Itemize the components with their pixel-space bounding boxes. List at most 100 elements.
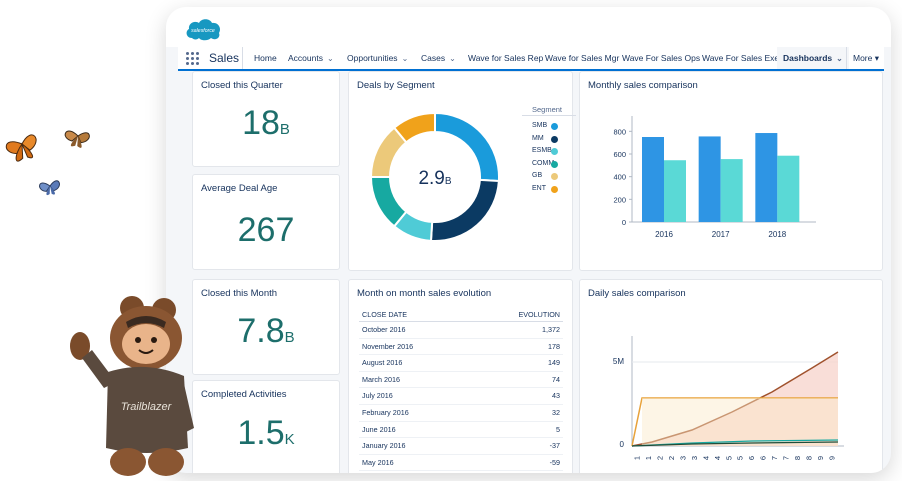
nav-item-dashboards[interactable]: Dashboards ⌄ <box>777 47 849 69</box>
table-row[interactable]: May 2016 -59 <box>359 454 563 472</box>
table-row[interactable]: November 2016 178 <box>359 338 563 356</box>
legend-label-esmb[interactable]: ESMB <box>532 147 552 154</box>
legend-swatch-esmb <box>551 148 558 155</box>
nav-item-wave-sales-mgr[interactable]: Wave for Sales Mgr <box>545 47 619 69</box>
deals-by-segment-card[interactable]: Deals by Segment 2.9B Segment SMB MM ESMB C… <box>348 71 576 271</box>
close-date-cell: June 2016 <box>359 421 471 439</box>
x-tick-label: 2018 <box>768 230 786 239</box>
metric-card-completed-activities[interactable]: Completed Activities 1.5K <box>192 380 340 473</box>
svg-text:salesforce: salesforce <box>191 28 215 34</box>
x-tick-label: 2017 <box>712 230 730 239</box>
legend-title: Segment <box>532 105 563 114</box>
donut-center-value: 2.9B <box>418 168 451 189</box>
nav-item-home[interactable]: Home <box>254 47 277 69</box>
evolution-cell: 43 <box>470 387 563 405</box>
metric-value: 7.8B <box>237 312 295 350</box>
chevron-down-icon[interactable]: ⌄ <box>449 54 456 63</box>
legend-swatch-ent <box>551 185 558 193</box>
column-header-evolution[interactable]: EVOLUTION <box>470 308 563 322</box>
legend-swatch-mm <box>551 135 558 143</box>
close-date-cell: July 2016 <box>359 387 471 405</box>
dashboard-window: salesforce Sales Home Accounts ⌄ Opportun… <box>166 7 891 473</box>
y-tick-label: 0 <box>620 440 625 449</box>
donut-slice-comm <box>369 176 408 228</box>
metric-card-average-deal-age[interactable]: Average Deal Age 267 <box>192 174 340 270</box>
daily-sales-comparison-card[interactable]: Daily sales comparison 5M 0 1 1 2 2 3 3 4 4 5 5 6 6 7 7… <box>579 279 883 473</box>
bar <box>777 155 800 222</box>
x-tick-label: 7 <box>782 456 791 460</box>
nav-divider <box>242 47 243 69</box>
nav-item-accounts[interactable]: Accounts ⌄ <box>288 47 334 69</box>
legend-swatch-smb <box>551 123 558 130</box>
chevron-down-icon[interactable]: ⌄ <box>836 54 843 63</box>
bar <box>720 159 743 222</box>
x-tick-label: 2 <box>656 456 665 460</box>
evolution-cell: 5 <box>470 421 563 439</box>
bar <box>755 133 778 222</box>
table-row[interactable]: January 2016 -37 <box>359 437 563 455</box>
x-tick-label: 3 <box>679 456 688 460</box>
x-tick-label: 3 <box>690 456 699 460</box>
table-row[interactable]: August 2016 149 <box>359 354 563 372</box>
navigation-bar: Sales Home Accounts ⌄ Opportunities ⌄ Case… <box>178 47 884 71</box>
legend-swatch-gb <box>551 173 558 180</box>
table-header-row: CLOSE DATE EVOLUTION <box>359 308 563 322</box>
x-tick-label: 6 <box>747 456 756 460</box>
metric-title: Closed this Month <box>201 288 278 299</box>
metric-card-closed-month[interactable]: Closed this Month 7.8B <box>192 279 340 375</box>
close-date-cell: October 2016 <box>359 321 471 339</box>
evolution-cell: 149 <box>470 354 563 372</box>
table-row[interactable]: February 2016 32 <box>359 404 563 422</box>
nav-item-wave-sales-rep[interactable]: Wave for Sales Rep <box>468 47 543 69</box>
metric-title: Average Deal Age <box>201 183 278 194</box>
close-date-cell: January 2016 <box>359 437 471 455</box>
area-chart: 5M01 1 2 2 3 3 4 4 5 5 6 6 7 7 8 8 9 9 <box>613 336 844 460</box>
metric-card-closed-quarter[interactable]: Closed this Quarter 18B <box>192 71 340 167</box>
legend-label-gb[interactable]: GB <box>532 172 542 179</box>
x-tick-label: 9 <box>827 456 836 460</box>
chevron-down-icon[interactable]: ⌄ <box>402 54 409 63</box>
legend-label-ent[interactable]: ENT <box>532 185 546 192</box>
evolution-cell: 32 <box>470 404 563 422</box>
salesforce-logo[interactable]: salesforce <box>184 16 222 42</box>
evolution-cell: 178 <box>470 338 563 356</box>
metric-title: Closed this Quarter <box>201 80 283 91</box>
x-tick-label: 4 <box>701 456 710 460</box>
donut-slice-mm <box>429 178 500 242</box>
close-date-cell: May 2016 <box>359 454 471 472</box>
more-menu-button[interactable]: More ▾ <box>846 47 879 69</box>
evolution-cell: 1,372 <box>470 321 563 339</box>
chevron-down-icon[interactable]: ⌄ <box>327 54 334 63</box>
evolution-cell: -37 <box>470 437 563 455</box>
bar <box>664 160 686 222</box>
table-row[interactable]: October 2016 1,372 <box>359 321 563 339</box>
nav-item-cases[interactable]: Cases ⌄ <box>421 47 456 69</box>
card-title: Month on month sales evolution <box>357 288 492 299</box>
evolution-table: CLOSE DATE EVOLUTION October 2016 1,372 No… <box>359 308 563 472</box>
table-row[interactable]: March 2016 74 <box>359 371 563 389</box>
nav-item-opportunities[interactable]: Opportunities ⌄ <box>347 47 408 69</box>
month-on-month-evolution-card[interactable]: Month on month sales evolution CLOSE DAT… <box>348 279 573 473</box>
metric-value: 18B <box>242 104 290 142</box>
x-tick-label: 2 <box>667 456 676 460</box>
evolution-cell: -59 <box>470 454 563 472</box>
table-row[interactable]: July 2016 43 <box>359 387 563 405</box>
bar-chart: 0 200 400 600 800 2016 2017 2018 <box>613 116 816 239</box>
x-tick-label: 4 <box>713 456 722 460</box>
x-tick-label: 5 <box>736 456 745 460</box>
legend-label-smb[interactable]: SMB <box>532 122 547 129</box>
table-row[interactable]: June 2016 5 <box>359 421 563 439</box>
bar <box>642 137 664 222</box>
legend-label-mm[interactable]: MM <box>532 135 544 142</box>
column-header-close-date[interactable]: CLOSE DATE <box>359 308 471 322</box>
y-tick-label: 200 <box>613 195 626 204</box>
monthly-sales-comparison-card[interactable]: Monthly sales comparison 0 200 400 600 800 20… <box>579 71 883 271</box>
app-header: salesforce <box>166 7 891 47</box>
metric-value: 1.5K <box>237 414 295 452</box>
nav-item-wave-sales-exec[interactable]: Wave For Sales Exec <box>702 47 783 69</box>
nav-item-wave-sales-ops[interactable]: Wave For Sales Ops <box>622 47 700 69</box>
metric-value: 267 <box>237 211 295 249</box>
x-tick-label: 1 <box>644 456 653 460</box>
bar <box>698 136 721 222</box>
app-launcher-icon[interactable] <box>186 52 199 65</box>
